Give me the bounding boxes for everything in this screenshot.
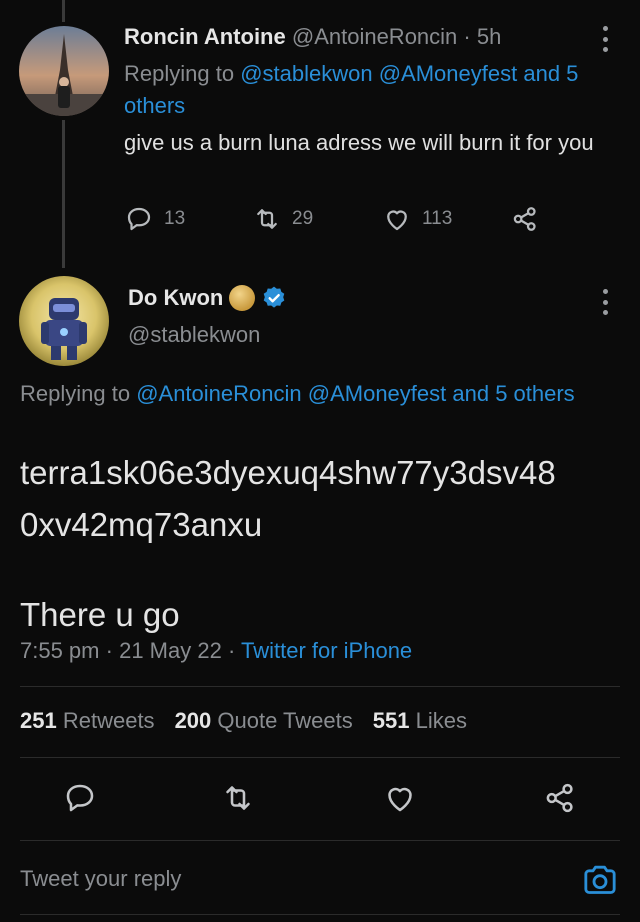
- more-vertical-icon[interactable]: [600, 26, 610, 52]
- tweet-detail-page: Roncin Antoine @AntoineRoncin · 5h Reply…: [0, 0, 640, 922]
- divider: [20, 914, 620, 915]
- tweet-text-line: 0xv42mq73anxu: [20, 506, 263, 543]
- tweet-text: terra1sk06e3dyexuq4shw77y3dsv48 0xv42mq7…: [20, 447, 620, 641]
- replying-prefix: Replying to: [124, 61, 241, 86]
- tweet-header: Roncin Antoine @AntoineRoncin · 5h: [124, 24, 501, 50]
- divider: [20, 840, 620, 841]
- share-button[interactable]: [510, 204, 540, 234]
- author-handle[interactable]: @AntoineRoncin: [292, 24, 457, 49]
- like-button[interactable]: 113: [382, 204, 452, 234]
- separator: ·: [227, 638, 236, 663]
- author-handle[interactable]: @stablekwon: [128, 322, 260, 348]
- replying-to: Replying to @AntoineRoncin @AMoneyfest a…: [20, 378, 580, 410]
- thread-line: [62, 120, 65, 268]
- retweets-stat[interactable]: 251 Retweets: [20, 708, 155, 734]
- timestamp[interactable]: 5h: [477, 24, 501, 49]
- tweet-text: give us a burn luna adress we will burn …: [124, 130, 594, 155]
- thread-line: [62, 0, 65, 22]
- engagement-stats: 251 Retweets 200 Quote Tweets 551 Likes: [20, 708, 467, 734]
- quote-tweets-stat[interactable]: 200 Quote Tweets: [175, 708, 353, 734]
- retweet-icon[interactable]: [220, 780, 256, 816]
- share-icon[interactable]: [542, 780, 578, 816]
- others-link[interactable]: and 5 others: [452, 381, 574, 406]
- tweet-actions: 13 29 113: [124, 204, 554, 238]
- tweet-date[interactable]: 21 May 22: [119, 638, 222, 663]
- author-name-row: Do Kwon: [128, 285, 287, 311]
- avatar[interactable]: [19, 26, 109, 116]
- retweet-button[interactable]: 29: [252, 204, 313, 234]
- reply-count: 13: [164, 208, 186, 229]
- mention-link[interactable]: @AMoneyfest: [379, 61, 518, 86]
- retweets-label: Retweets: [62, 708, 155, 733]
- avatar[interactable]: [19, 276, 109, 366]
- replying-prefix: Replying to: [20, 381, 137, 406]
- camera-icon[interactable]: [580, 860, 620, 900]
- reply-icon: [127, 207, 151, 231]
- tweet-text-line: There u go: [20, 596, 180, 633]
- likes-label: Likes: [415, 708, 467, 733]
- retweets-count: 251: [20, 708, 57, 733]
- like-icon: [387, 210, 407, 231]
- replying-to: Replying to @stablekwon @AMoneyfest and …: [124, 58, 624, 122]
- tweet-source-link[interactable]: Twitter for iPhone: [241, 638, 412, 663]
- likes-stat[interactable]: 551 Likes: [373, 708, 467, 734]
- verified-badge-icon: [261, 285, 287, 311]
- share-icon: [513, 207, 536, 231]
- retweet-icon: [257, 209, 277, 229]
- reply-icon[interactable]: [62, 780, 98, 816]
- more-vertical-icon[interactable]: [600, 289, 610, 315]
- mention-link[interactable]: @stablekwon: [240, 61, 372, 86]
- mention-link[interactable]: @AMoneyfest: [308, 381, 447, 406]
- tweet-action-bar: [20, 780, 620, 820]
- reply-button[interactable]: 13: [124, 204, 185, 234]
- tweet-meta: 7:55 pm · 21 May 22 · Twitter for iPhone: [20, 638, 412, 664]
- tweet-time[interactable]: 7:55 pm: [20, 638, 100, 663]
- separator: ·: [463, 24, 471, 49]
- author-name[interactable]: Do Kwon: [128, 285, 223, 311]
- quote-tweets-label: Quote Tweets: [217, 708, 353, 733]
- divider: [20, 686, 620, 687]
- like-count: 113: [422, 208, 453, 229]
- quote-tweets-count: 200: [174, 708, 212, 733]
- like-icon[interactable]: [382, 780, 418, 816]
- likes-count: 551: [372, 708, 410, 733]
- divider: [20, 757, 620, 758]
- reply-input[interactable]: Tweet your reply: [20, 866, 181, 892]
- mention-link[interactable]: @AntoineRoncin: [136, 381, 301, 406]
- coin-emoji-icon: [229, 285, 256, 311]
- tweet-text-line: terra1sk06e3dyexuq4shw77y3dsv48: [20, 454, 556, 491]
- author-name[interactable]: Roncin Antoine: [124, 24, 286, 49]
- retweet-count: 29: [292, 208, 314, 229]
- separator: ·: [105, 638, 113, 663]
